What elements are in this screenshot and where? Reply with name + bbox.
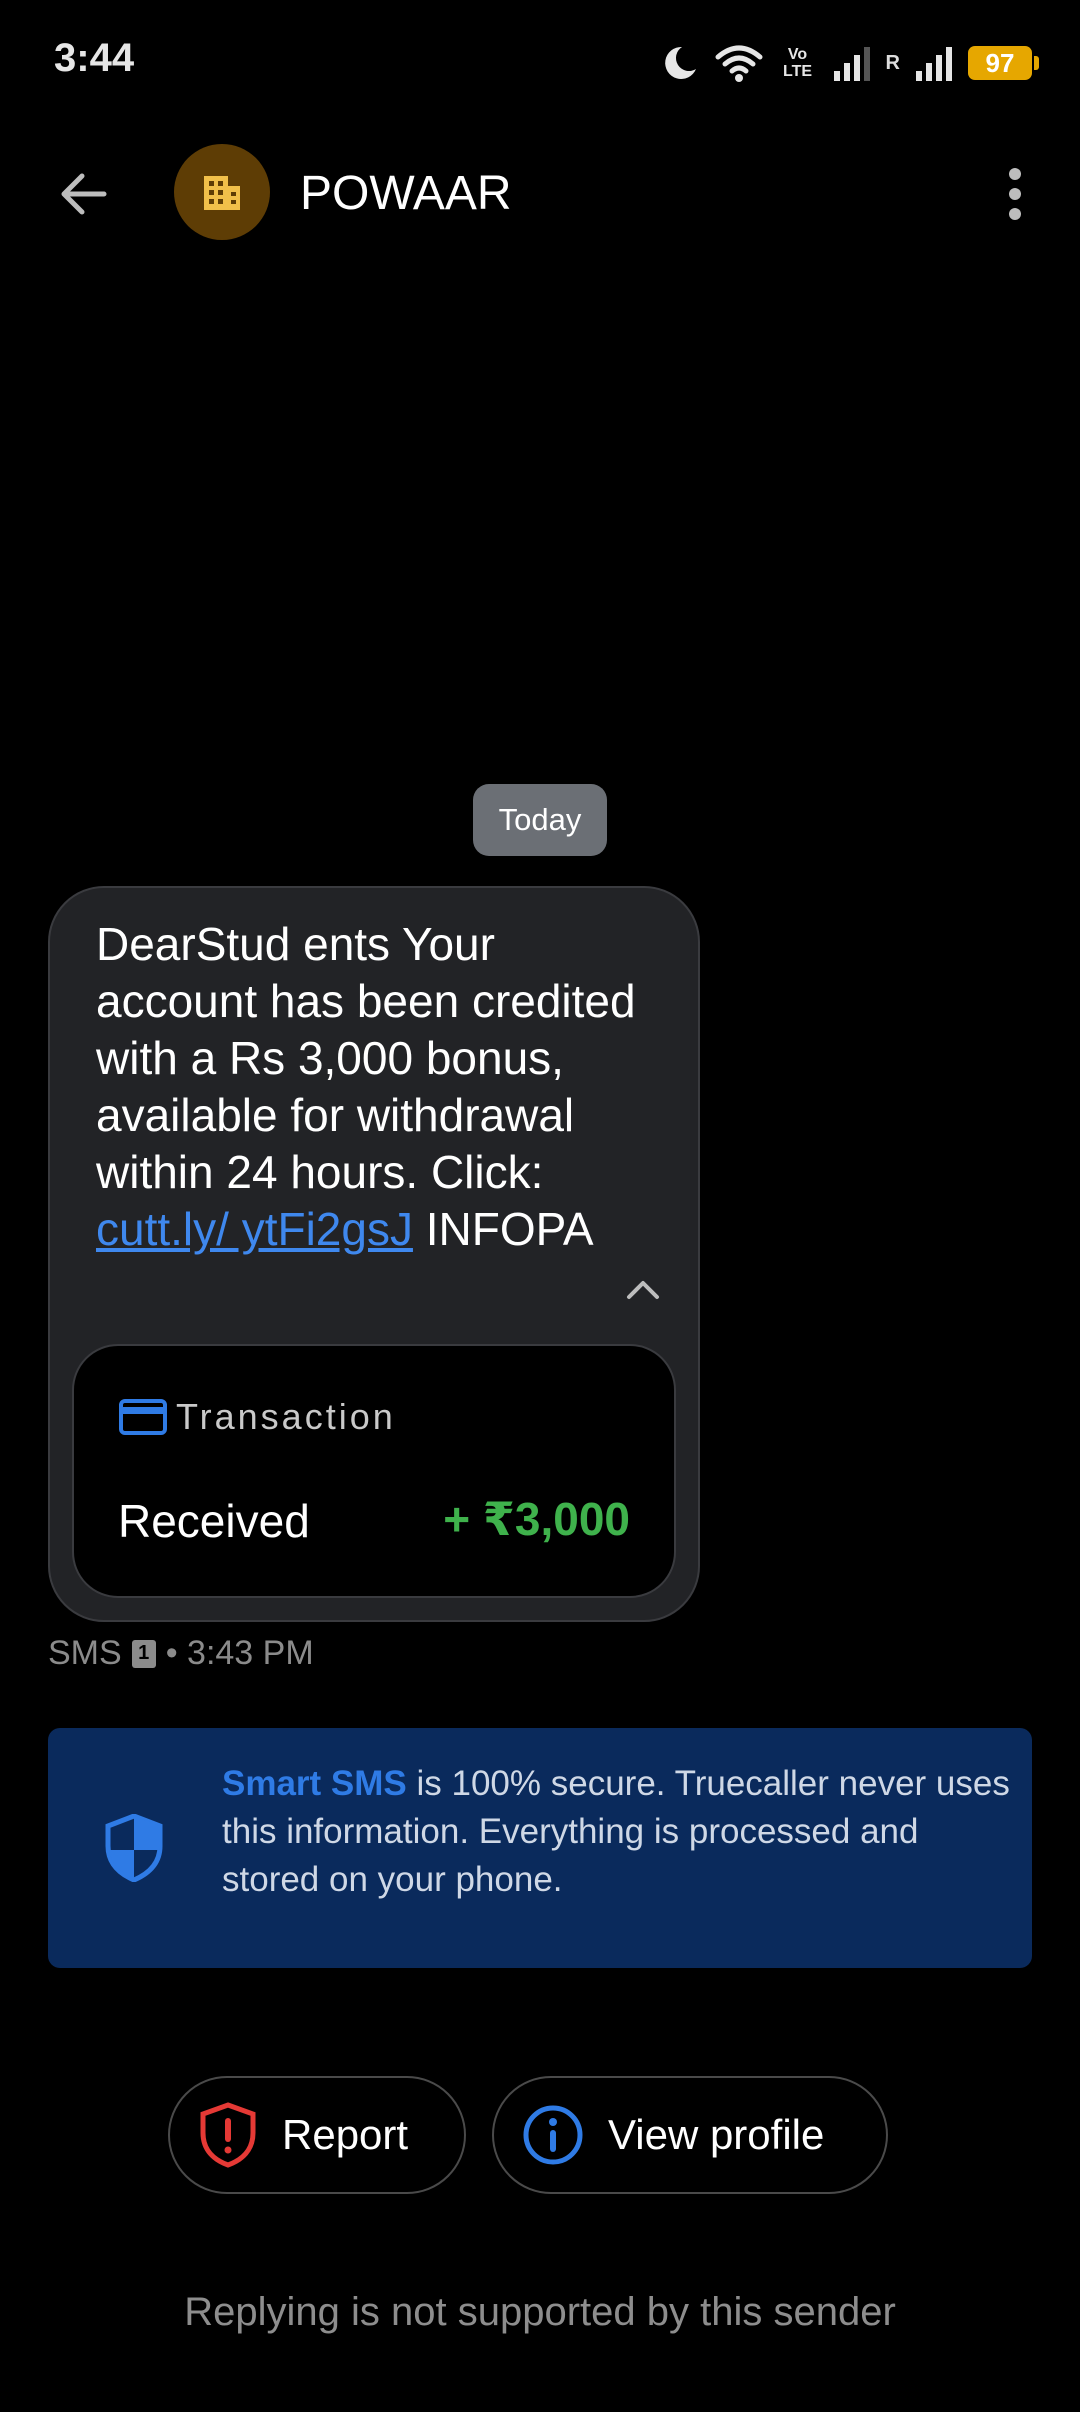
contact-avatar[interactable] [174, 144, 270, 240]
message-link[interactable]: cutt.ly/ ytFi2gsJ [96, 1203, 413, 1255]
roaming-indicator: R [885, 51, 900, 74]
message-body: DearStud ents Your account has been cred… [96, 918, 636, 1198]
transaction-label: Transaction [176, 1396, 396, 1437]
transaction-header: Transaction [118, 1396, 396, 1438]
status-icons: Vo LTE R 97 [660, 38, 1039, 88]
card-icon [119, 1399, 167, 1435]
transaction-card[interactable]: Transaction Received + ₹3,000 [72, 1344, 676, 1598]
back-button[interactable] [44, 154, 124, 234]
message-channel: SMS [48, 1634, 122, 1672]
collapse-button[interactable] [618, 1264, 668, 1314]
status-bar: 3:44 Vo LTE R 97 [0, 0, 1080, 124]
report-shield-icon [200, 2102, 256, 2168]
volte-icon: Vo LTE [783, 46, 813, 80]
signal-icon [833, 47, 870, 81]
status-time: 3:44 [54, 36, 135, 80]
report-button[interactable]: Report [168, 2076, 466, 2194]
battery-indicator: 97 [968, 46, 1039, 80]
message-meta: SMS 1 • 3:43 PM [48, 1634, 314, 1673]
signal-icon-sim2 [916, 47, 952, 81]
view-profile-label: View profile [608, 2111, 825, 2158]
smart-sms-banner: Smart SMS is 100% secure. Truecaller nev… [48, 1728, 1032, 1968]
view-profile-button[interactable]: View profile [492, 2076, 888, 2194]
contact-name[interactable]: POWAAR [300, 166, 512, 221]
business-building-icon [204, 176, 240, 210]
wifi-icon [715, 45, 763, 82]
more-vert-icon [1009, 168, 1021, 220]
shield-icon [105, 1814, 163, 1882]
more-options-button[interactable] [980, 154, 1050, 234]
message-bubble[interactable]: DearStud ents Your account has been cred… [48, 886, 700, 1622]
banner-text: Smart SMS is 100% secure. Truecaller nev… [222, 1760, 1012, 1904]
do-not-disturb-moon-icon [664, 46, 696, 79]
sim-badge-icon: 1 [131, 1639, 156, 1668]
conversation-header: POWAAR [0, 124, 1080, 260]
message-suffix: INFOPA [412, 1203, 594, 1255]
transaction-type: Received [118, 1495, 310, 1547]
reply-not-supported-note: Replying is not supported by this sender [184, 2290, 896, 2334]
report-label: Report [282, 2111, 409, 2158]
back-arrow-icon [61, 173, 107, 215]
chevron-up-icon [627, 1281, 659, 1299]
message-time: • 3:43 PM [165, 1634, 314, 1672]
info-icon [523, 2105, 583, 2165]
transaction-amount: + ₹3,000 [443, 1493, 630, 1545]
message-text: DearStud ents Your account has been cred… [96, 916, 656, 1258]
banner-highlight: Smart SMS [222, 1764, 407, 1803]
date-chip: Today [473, 784, 607, 856]
